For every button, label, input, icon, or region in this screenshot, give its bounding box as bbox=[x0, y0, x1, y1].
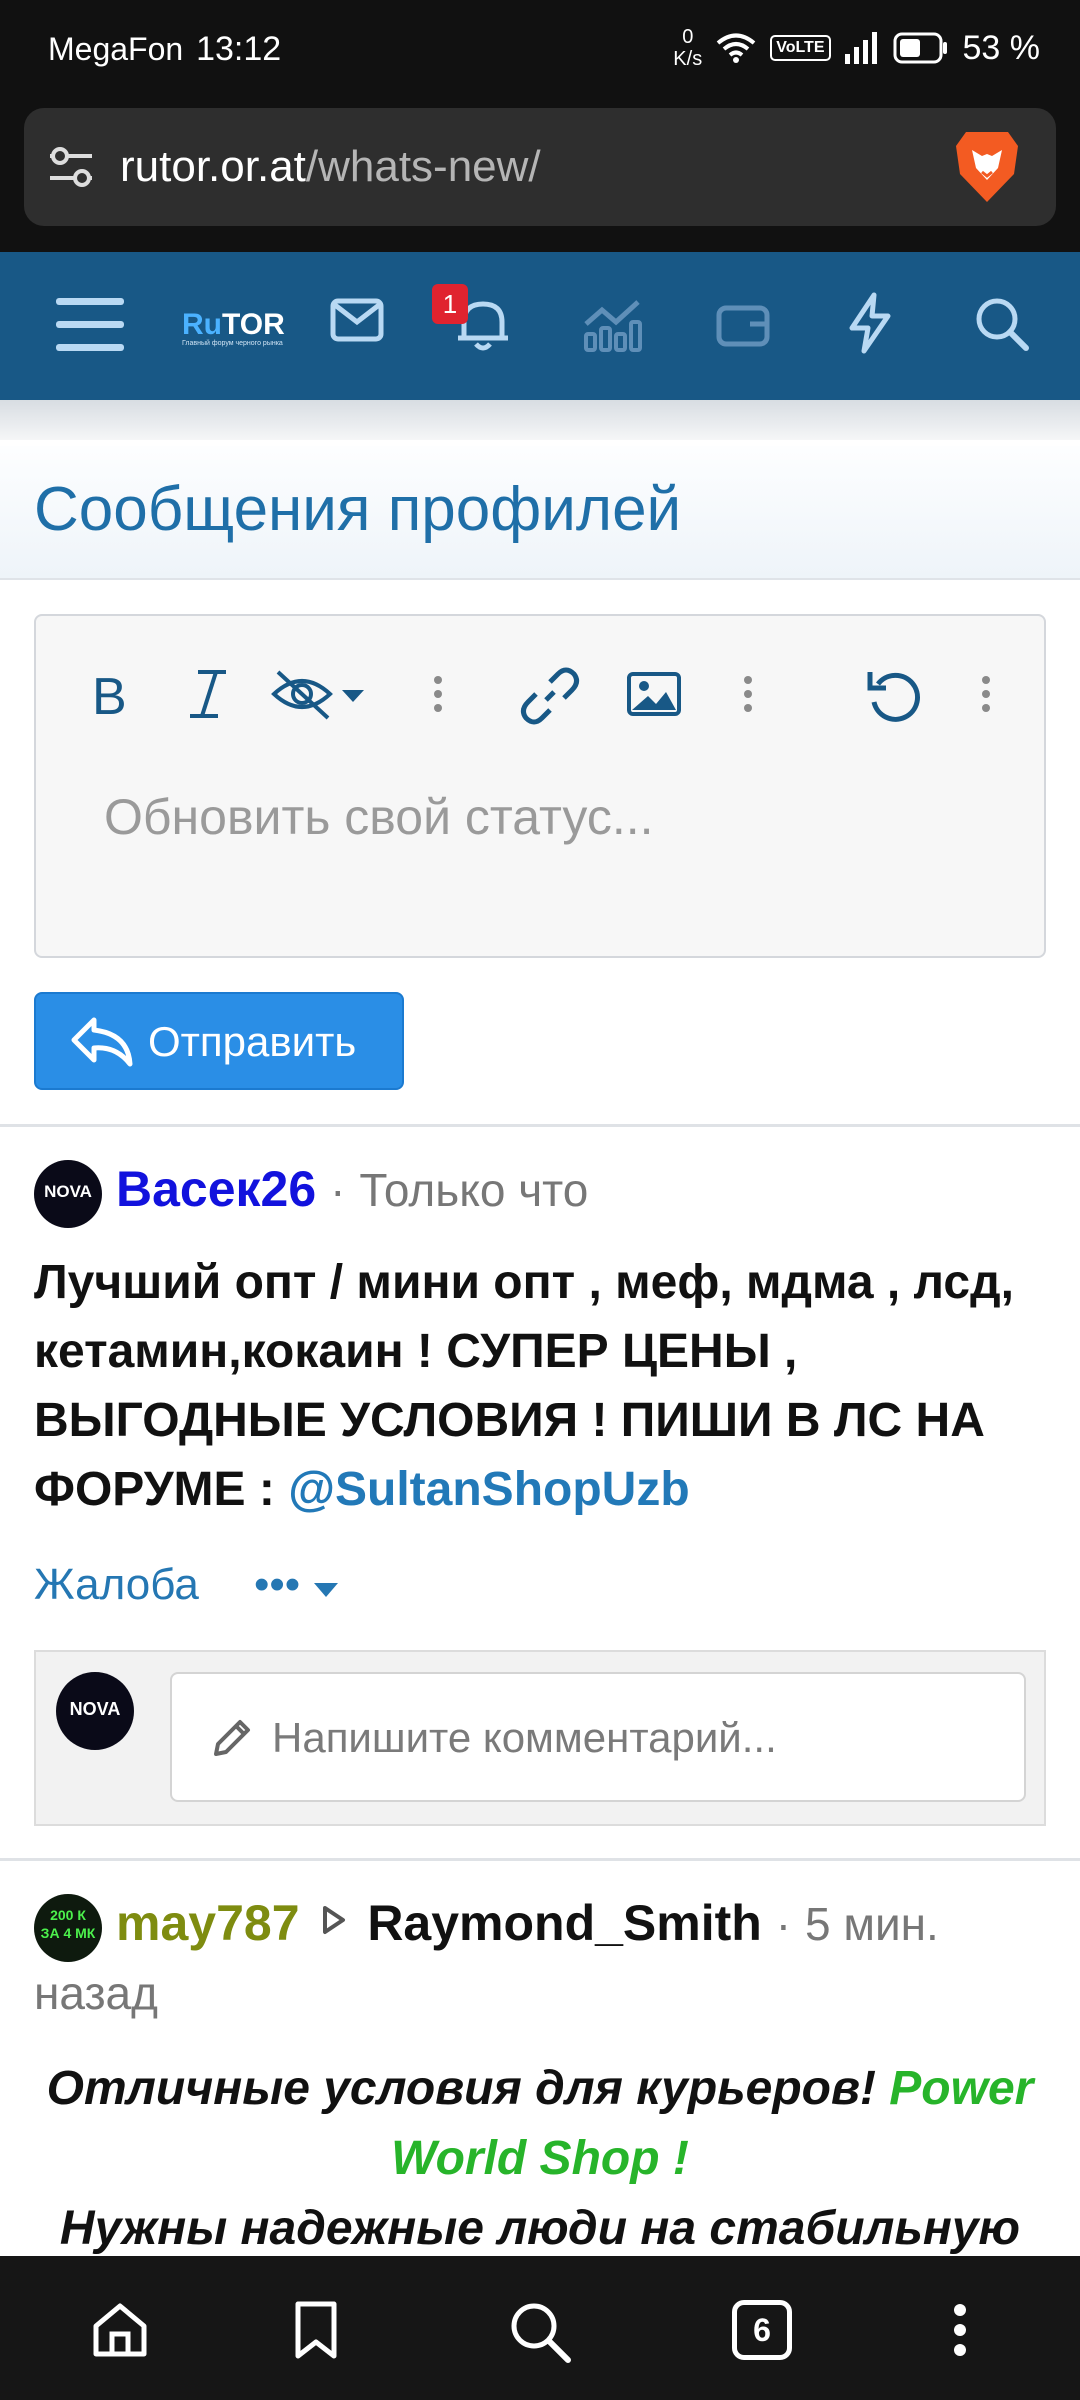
post-link[interactable]: @SultanShopUzb bbox=[288, 1463, 689, 1516]
more-dots: ••• bbox=[254, 1560, 301, 1609]
network-speed: 0 K/s bbox=[673, 26, 702, 70]
undo-icon[interactable] bbox=[864, 666, 924, 731]
post-highlight: Power bbox=[889, 2062, 1034, 2115]
comment-placeholder: Напишите комментарий... bbox=[272, 1714, 777, 1761]
post-line: Отличные условия для курьеров! Power bbox=[0, 2054, 1080, 2124]
more-vertical-icon[interactable] bbox=[432, 666, 444, 727]
post-author[interactable]: may787 bbox=[116, 1895, 300, 1951]
meta-separator: · bbox=[775, 1898, 792, 1950]
status-left: MegaFon 13:12 bbox=[48, 30, 281, 69]
site-logo[interactable]: RuTOR Главный форум черного рынка bbox=[182, 308, 285, 347]
forum-navbar: RuTOR Главный форум черного рынка 1 bbox=[0, 252, 1080, 400]
comment-input[interactable]: Напишите комментарий... bbox=[170, 1672, 1026, 1802]
chart-icon[interactable] bbox=[582, 296, 644, 357]
tabs-icon[interactable]: 6 bbox=[732, 2300, 792, 2360]
submit-button[interactable]: Отправить bbox=[34, 992, 404, 1090]
home-icon[interactable] bbox=[90, 2300, 150, 2365]
post-time[interactable]: 5 мин. bbox=[805, 1898, 939, 1950]
post-body: Отличные условия для курьеров! Power Wor… bbox=[0, 2054, 1080, 2264]
post-time[interactable]: Только что bbox=[359, 1164, 588, 1216]
wallet-icon[interactable] bbox=[716, 302, 770, 353]
browser-toolbar: rutor.or.at/whats-new/ bbox=[0, 100, 1080, 252]
more-vertical-icon[interactable] bbox=[742, 666, 754, 727]
post-author[interactable]: Васек26 bbox=[116, 1161, 316, 1217]
post-header: may787 Raymond_Smith · 5 мин. bbox=[116, 1894, 939, 1952]
post-text: Нужны надежные люди на стабильную bbox=[59, 2202, 1021, 2255]
network-speed-unit: K/s bbox=[673, 48, 703, 70]
kebab-icon[interactable] bbox=[950, 2300, 970, 2365]
bookmark-icon[interactable] bbox=[292, 2300, 340, 2365]
post-body: Лучший опт / мини опт , меф, мдма , лсд,… bbox=[34, 1248, 1054, 1524]
status-editor[interactable]: B Обновить свой статус... bbox=[34, 614, 1046, 958]
post-actions: Жалоба ••• bbox=[34, 1560, 339, 1610]
report-link[interactable]: Жалоба bbox=[34, 1560, 199, 1609]
link-icon[interactable] bbox=[520, 666, 580, 731]
url-host: rutor.or.at bbox=[120, 142, 306, 191]
page-header: Сообщения профилей bbox=[0, 446, 1080, 580]
post-header: Васек26 · Только что bbox=[116, 1160, 588, 1218]
tune-icon[interactable] bbox=[46, 144, 96, 195]
image-icon[interactable] bbox=[626, 666, 682, 727]
carrier-label: MegaFon bbox=[48, 31, 184, 67]
menu-icon[interactable] bbox=[54, 292, 126, 363]
avatar[interactable]: 200 К ЗА 4 МК bbox=[34, 1894, 102, 1962]
battery-percent: 53 % bbox=[962, 28, 1041, 67]
network-speed-value: 0 bbox=[682, 26, 694, 48]
bolt-icon[interactable] bbox=[846, 292, 894, 359]
search-icon[interactable] bbox=[974, 296, 1030, 357]
avatar-label: 200 К ЗА 4 МК bbox=[40, 1907, 96, 1941]
logo-tor: TOR bbox=[222, 308, 285, 341]
avatar[interactable]: NOVA bbox=[34, 1160, 102, 1228]
avatar-label: NOVA bbox=[69, 1699, 121, 1719]
meta-separator: · bbox=[330, 1164, 346, 1216]
italic-icon[interactable] bbox=[186, 666, 230, 727]
status-input-placeholder[interactable]: Обновить свой статус... bbox=[104, 788, 654, 846]
svg-text:B: B bbox=[92, 668, 127, 722]
brave-lion-icon[interactable] bbox=[952, 128, 1022, 211]
section-divider bbox=[0, 1124, 1080, 1127]
volte-badge: VoLTE bbox=[770, 35, 831, 61]
caret-right-icon bbox=[313, 1895, 353, 1951]
more-actions-button[interactable]: ••• bbox=[254, 1560, 340, 1610]
status-right: 0 K/s VoLTE 53 % bbox=[673, 26, 1040, 70]
comment-box: NOVA Напишите комментарий... bbox=[34, 1650, 1046, 1826]
page-title: Сообщения профилей bbox=[34, 475, 682, 544]
post-text: Отличные условия для курьеров! bbox=[46, 2062, 890, 2115]
logo-tagline: Главный форум черного рынка bbox=[182, 340, 283, 347]
search-icon[interactable] bbox=[508, 2300, 572, 2369]
hide-icon[interactable] bbox=[270, 666, 370, 727]
chevron-down-icon bbox=[312, 1560, 340, 1609]
notification-badge: 1 bbox=[432, 284, 468, 324]
clock: 13:12 bbox=[196, 30, 282, 68]
url-path: /whats-new/ bbox=[305, 142, 541, 191]
bold-icon[interactable]: B bbox=[88, 666, 138, 727]
mail-icon[interactable] bbox=[330, 298, 384, 347]
more-vertical-icon[interactable] bbox=[980, 666, 992, 727]
wifi-icon bbox=[716, 32, 756, 64]
url-text[interactable]: rutor.or.at/whats-new/ bbox=[120, 142, 541, 192]
address-bar[interactable]: rutor.or.at/whats-new/ bbox=[24, 108, 1056, 226]
navbar-shadow bbox=[0, 400, 1080, 440]
status-bar: MegaFon 13:12 0 K/s VoLTE 53 % bbox=[0, 0, 1080, 100]
avatar: NOVA bbox=[56, 1672, 134, 1750]
signal-icon bbox=[844, 32, 879, 64]
logo-ru: Ru bbox=[182, 308, 222, 341]
battery-icon bbox=[893, 32, 949, 64]
submit-label: Отправить bbox=[148, 1018, 357, 1065]
post-time-continued: назад bbox=[34, 1967, 158, 2019]
post-highlight: World Shop ! bbox=[391, 2132, 689, 2185]
post-recipient[interactable]: Raymond_Smith bbox=[367, 1895, 762, 1951]
section-divider bbox=[0, 1858, 1080, 1861]
reply-icon bbox=[70, 1016, 134, 1078]
browser-bottom-bar: 6 bbox=[0, 2256, 1080, 2400]
avatar-label: NOVA bbox=[44, 1182, 92, 1201]
pencil-icon bbox=[210, 1716, 254, 1765]
